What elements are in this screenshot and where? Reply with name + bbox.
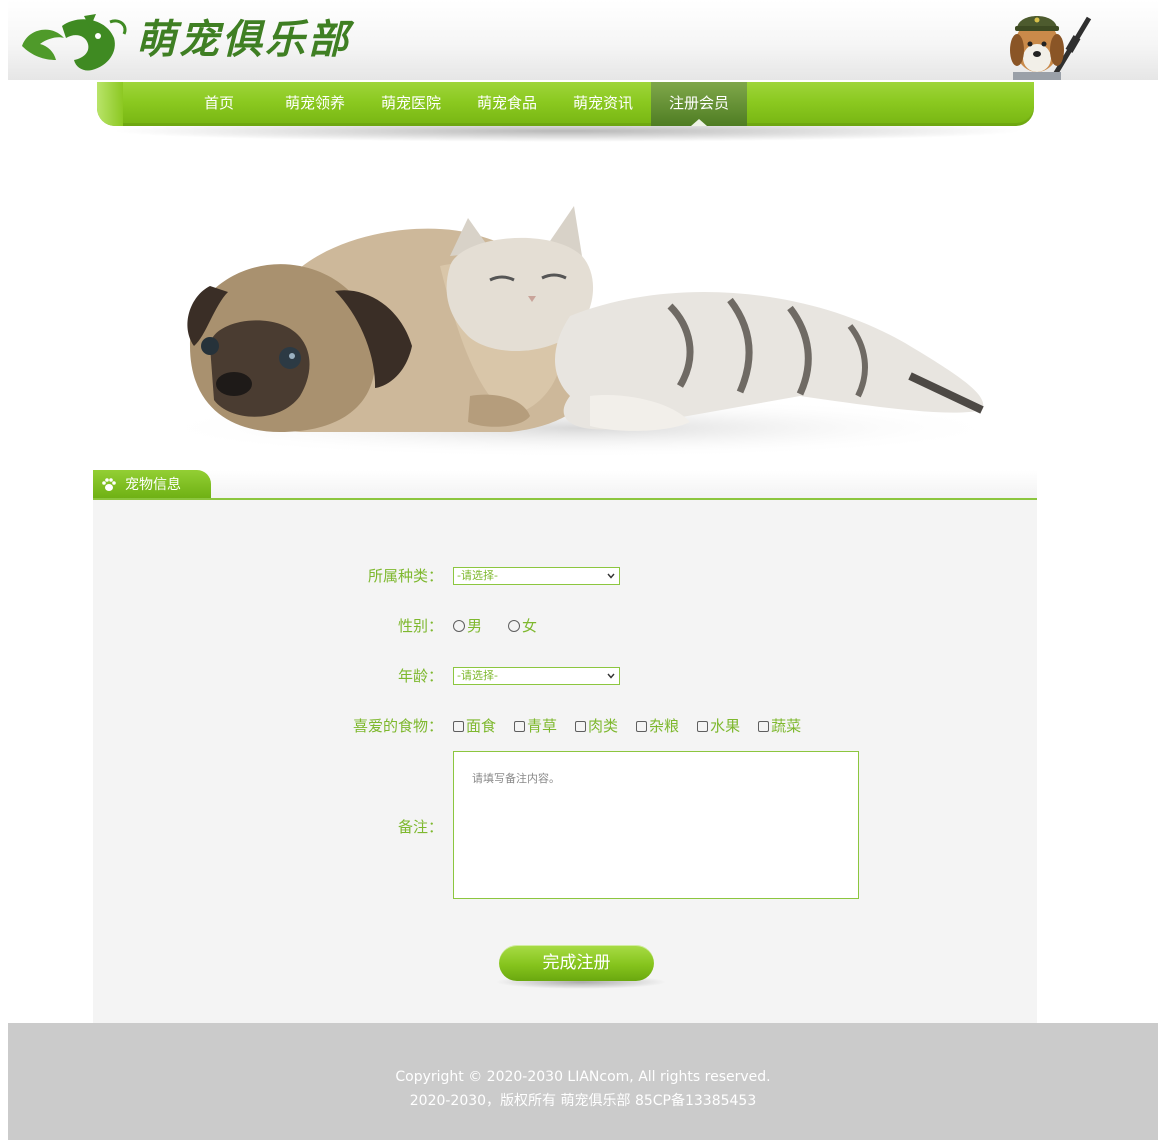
brand-name: 萌宠俱乐部 xyxy=(136,16,351,63)
mascot-dog-icon xyxy=(1010,16,1092,80)
food-option-fruit[interactable]: 水果 xyxy=(697,714,740,738)
gender-row: 性别： 男 女 xyxy=(93,614,1037,638)
species-row: 所属种类： -请选择- xyxy=(93,564,1037,588)
checkbox-icon[interactable] xyxy=(514,720,526,732)
banner-dog-cat-image xyxy=(150,206,1000,458)
nav-item-news[interactable]: 萌宠资讯 xyxy=(555,82,651,126)
notes-label: 备注： xyxy=(397,818,443,836)
pet-logo-icon[interactable] xyxy=(14,8,134,74)
panel-tab-bar: 宠物信息 xyxy=(93,470,1037,500)
gender-label: 性别： xyxy=(397,617,443,635)
checkbox-icon[interactable] xyxy=(697,720,709,732)
nav-item-register[interactable]: 注册会员 xyxy=(651,82,747,126)
nav-item-food[interactable]: 萌宠食品 xyxy=(459,82,555,126)
footer-copyright: Copyright © 2020-2030 LIANcom, All right… xyxy=(395,1069,771,1085)
species-select[interactable]: -请选择- xyxy=(453,567,620,585)
gender-option-female-label: 女 xyxy=(522,617,538,635)
species-label: 所属种类： xyxy=(367,567,443,585)
food-option-label: 肉类 xyxy=(588,717,619,735)
chevron-down-icon xyxy=(607,573,615,579)
species-select-value: -请选择- xyxy=(457,569,498,582)
nav-item-home[interactable]: 首页 xyxy=(171,82,267,126)
checkbox-icon[interactable] xyxy=(453,720,464,732)
food-option-label: 青草 xyxy=(527,717,558,735)
radio-icon[interactable] xyxy=(453,620,465,632)
food-option-label: 水果 xyxy=(710,717,741,735)
food-option-label: 面食 xyxy=(466,717,497,735)
paw-icon xyxy=(102,478,116,491)
checkbox-icon[interactable] xyxy=(636,720,648,732)
age-select[interactable]: -请选择- xyxy=(453,667,620,685)
checkbox-icon[interactable] xyxy=(758,720,770,732)
foods-label: 喜爱的食物： xyxy=(352,717,443,735)
food-option-grass[interactable]: 青草 xyxy=(514,714,557,738)
age-select-value: -请选择- xyxy=(457,669,498,682)
site-header: 萌宠俱乐部 xyxy=(8,0,1158,80)
site-footer: Copyright © 2020-2030 LIANcom, All right… xyxy=(8,1023,1158,1140)
notes-textarea[interactable]: 请填写备注内容。 xyxy=(453,751,859,899)
food-option-label: 蔬菜 xyxy=(771,717,802,735)
footer-record: 2020-2030，版权所有 萌宠俱乐部 85CP备13385453 xyxy=(409,1093,757,1109)
gender-option-female[interactable]: 女 xyxy=(508,614,537,638)
gender-option-male-label: 男 xyxy=(467,617,483,635)
pet-info-panel: 宠物信息 所属种类： -请选择- 性别： 男 女 年龄： -请选择- 喜爱的食物… xyxy=(93,470,1037,1023)
gender-option-male[interactable]: 男 xyxy=(453,614,482,638)
nav-item-hospital[interactable]: 萌宠医院 xyxy=(363,82,459,126)
food-option-vegetables[interactable]: 蔬菜 xyxy=(758,714,801,738)
food-option-label: 杂粮 xyxy=(649,717,680,735)
chevron-down-icon xyxy=(607,673,615,679)
notes-row: 备注： 请填写备注内容。 xyxy=(93,751,1037,899)
nav-item-adopt[interactable]: 萌宠领养 xyxy=(267,82,363,126)
checkbox-icon[interactable] xyxy=(575,720,587,732)
age-label: 年龄： xyxy=(397,667,443,685)
radio-icon[interactable] xyxy=(508,620,521,632)
main-nav: 首页 萌宠领养 萌宠医院 萌宠食品 萌宠资讯 注册会员 xyxy=(97,82,1034,126)
complete-registration-button[interactable]: 完成注册 xyxy=(499,945,654,981)
nav-left-cap xyxy=(97,82,123,126)
panel-tab-pet-info[interactable]: 宠物信息 xyxy=(93,470,211,498)
food-option-grains[interactable]: 杂粮 xyxy=(636,714,679,738)
panel-tab-title: 宠物信息 xyxy=(125,477,181,493)
foods-row: 喜爱的食物： 面食 青草 肉类 杂粮 水果 蔬菜 xyxy=(93,714,1037,738)
food-option-noodles[interactable]: 面食 xyxy=(453,714,496,738)
age-row: 年龄： -请选择- xyxy=(93,664,1037,688)
food-option-meat[interactable]: 肉类 xyxy=(575,714,618,738)
notes-placeholder: 请填写备注内容。 xyxy=(472,772,560,785)
